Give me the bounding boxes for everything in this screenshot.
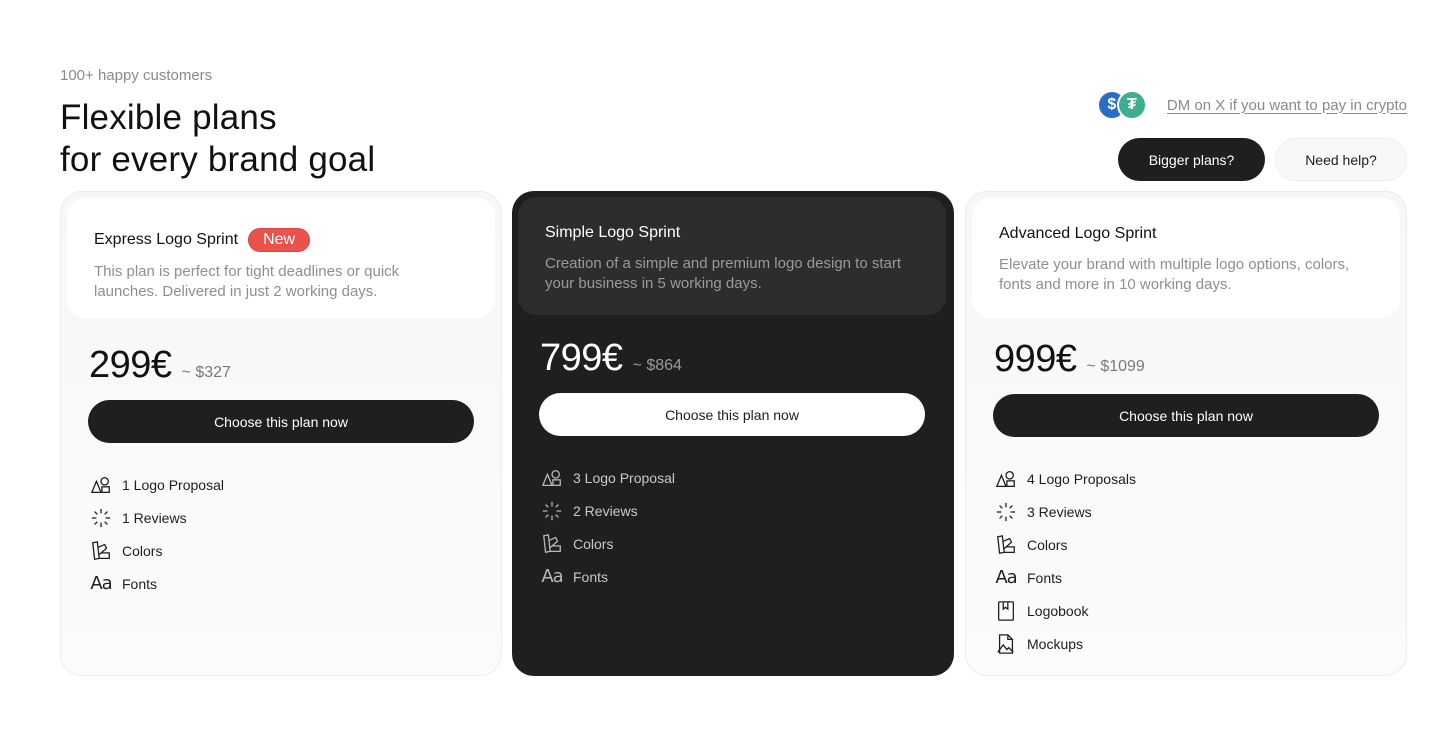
font-icon: Aa	[541, 566, 563, 587]
feature-item: Aa Fonts	[994, 561, 1136, 594]
plan-card-advanced: Advanced Logo Sprint Elevate your brand …	[965, 191, 1407, 676]
feature-label: 3 Logo Proposal	[573, 469, 675, 486]
feature-label: Fonts	[573, 568, 609, 585]
plan-description: This plan is perfect for tight deadlines…	[94, 263, 400, 300]
title-line-2: for every brand goal	[60, 140, 376, 179]
usdt-coin-icon: ₮	[1116, 90, 1147, 120]
plan-title: Express Logo Sprint	[94, 231, 239, 248]
price-row: 999€ ~ $1099	[994, 338, 1145, 381]
loader-icon	[540, 499, 564, 523]
loader-icon	[994, 500, 1018, 524]
plan-price: 299€	[89, 344, 172, 386]
loader-icon	[89, 506, 113, 530]
feature-label: Colors	[1027, 536, 1068, 553]
shapes-icon	[540, 466, 564, 490]
feature-item: Mockups	[994, 627, 1136, 660]
price-row: 799€ ~ $864	[540, 337, 682, 380]
bigger-plans-button[interactable]: Bigger plans?	[1118, 138, 1265, 181]
feature-item: 3 Logo Proposal	[540, 461, 675, 494]
feature-label: 3 Reviews	[1027, 503, 1092, 520]
need-help-button[interactable]: Need help?	[1275, 138, 1407, 181]
swatch-icon	[540, 532, 564, 556]
font-icon: Aa	[995, 567, 1017, 588]
feature-item: Colors	[89, 534, 224, 567]
plan-title-row: Simple Logo Sprint	[545, 224, 919, 242]
plan-description: Creation of a simple and premium logo de…	[545, 255, 902, 292]
price-row: 299€ ~ $327	[89, 344, 231, 387]
book-icon	[994, 599, 1018, 623]
feature-list: 4 Logo Proposals 3 Reviews Colors Aa Fon…	[994, 462, 1136, 660]
feature-item: Aa Fonts	[540, 560, 675, 593]
plan-price-usd: ~ $864	[632, 357, 682, 374]
swatch-icon	[89, 539, 113, 563]
page-title: Flexible plans for every brand goal	[60, 97, 375, 181]
feature-label: Logobook	[1027, 602, 1089, 619]
feature-label: Fonts	[122, 575, 158, 592]
choose-plan-button[interactable]: Choose this plan now	[539, 393, 925, 436]
feature-item: 3 Reviews	[994, 495, 1136, 528]
shapes-icon	[994, 467, 1018, 491]
plan-price: 999€	[994, 338, 1077, 380]
new-badge: New	[248, 228, 311, 252]
choose-plan-button[interactable]: Choose this plan now	[993, 394, 1379, 437]
plan-title: Simple Logo Sprint	[545, 224, 681, 241]
crypto-coins: $ ₮	[1096, 90, 1147, 120]
plan-price-usd: ~ $1099	[1086, 358, 1145, 375]
feature-label: Colors	[122, 542, 163, 559]
feature-item: Aa Fonts	[89, 567, 224, 600]
feature-item: 1 Reviews	[89, 501, 224, 534]
feature-list: 3 Logo Proposal 2 Reviews Colors Aa Font…	[540, 461, 675, 593]
feature-item: Logobook	[994, 594, 1136, 627]
eyebrow-text: 100+ happy customers	[60, 67, 213, 84]
feature-label: 2 Reviews	[573, 502, 638, 519]
feature-label: Mockups	[1027, 635, 1084, 652]
plan-title: Advanced Logo Sprint	[999, 225, 1157, 242]
feature-label: Colors	[573, 535, 614, 552]
feature-item: 4 Logo Proposals	[994, 462, 1136, 495]
feature-item: 1 Logo Proposal	[89, 468, 224, 501]
plan-card-header: Express Logo Sprint New This plan is per…	[67, 198, 495, 318]
feature-label: Fonts	[1027, 569, 1063, 586]
plan-card-header: Advanced Logo Sprint Elevate your brand …	[972, 198, 1400, 318]
image-file-icon	[994, 632, 1018, 656]
feature-item: 2 Reviews	[540, 494, 675, 527]
plan-card-header: Simple Logo Sprint Creation of a simple …	[518, 197, 946, 315]
plan-card-express: Express Logo Sprint New This plan is per…	[60, 191, 502, 676]
plan-card-simple: Simple Logo Sprint Creation of a simple …	[512, 191, 954, 676]
swatch-icon	[994, 533, 1018, 557]
feature-label: 1 Reviews	[122, 509, 187, 526]
crypto-payment-link[interactable]: DM on X if you want to pay in crypto	[1167, 97, 1407, 114]
plan-description: Elevate your brand with multiple logo op…	[999, 256, 1350, 293]
feature-item: Colors	[994, 528, 1136, 561]
choose-plan-button[interactable]: Choose this plan now	[88, 400, 474, 443]
feature-item: Colors	[540, 527, 675, 560]
plan-title-row: Advanced Logo Sprint	[999, 225, 1373, 243]
feature-list: 1 Logo Proposal 1 Reviews Colors Aa Font…	[89, 468, 224, 600]
shapes-icon	[89, 473, 113, 497]
title-line-1: Flexible plans	[60, 98, 277, 137]
feature-label: 1 Logo Proposal	[122, 476, 224, 493]
font-icon: Aa	[90, 573, 112, 594]
feature-label: 4 Logo Proposals	[1027, 470, 1136, 487]
plan-title-row: Express Logo Sprint New	[94, 228, 468, 252]
crypto-row: $ ₮ DM on X if you want to pay in crypto	[1096, 90, 1407, 120]
plan-price: 799€	[540, 337, 623, 379]
plan-price-usd: ~ $327	[181, 364, 231, 381]
